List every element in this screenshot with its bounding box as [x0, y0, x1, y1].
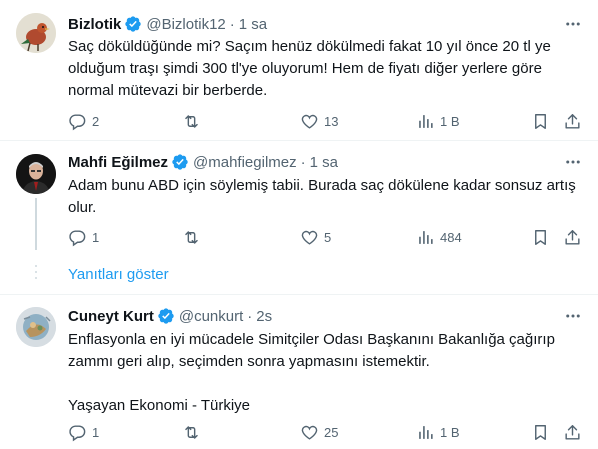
more-icon [566, 22, 580, 26]
avatar[interactable] [16, 307, 56, 347]
tweet-actions: 1 5 484 [68, 227, 590, 247]
like-count: 13 [324, 113, 339, 129]
reply-icon [69, 424, 86, 441]
thread-continuation-dots [33, 265, 39, 283]
verified-badge-icon [172, 154, 188, 170]
avatar-image-icon [16, 13, 56, 53]
reply-button[interactable]: 2 [68, 111, 99, 131]
retweet-button[interactable] [182, 111, 206, 131]
display-name[interactable]: Bizlotik [68, 16, 121, 33]
share-button[interactable] [563, 111, 582, 131]
reply-icon [69, 229, 86, 246]
reply-count: 2 [92, 113, 100, 129]
tweet-cuneyt-kurt[interactable]: Cuneyt Kurt @cunkurt · 2s Enflasyonla en… [0, 295, 598, 449]
like-count: 25 [324, 424, 339, 440]
like-icon [301, 425, 318, 440]
retweet-icon [185, 114, 198, 128]
more-icon [566, 160, 580, 164]
tweet-header: Mahfi Eğilmez @mahfiegilmez · 1 sa [68, 152, 338, 172]
bookmark-icon [535, 229, 546, 245]
tweet-text: Saç döküldüğünde mi? Saçım henüz dökülme… [68, 38, 551, 99]
avatar[interactable] [16, 13, 56, 53]
more-button[interactable] [562, 306, 584, 326]
tweet-header: Cuneyt Kurt @cunkurt · 2s [68, 306, 272, 326]
display-name[interactable]: Cuneyt Kurt [68, 308, 154, 325]
verified-badge-icon [125, 16, 142, 32]
bookmark-button[interactable] [531, 227, 550, 247]
tweet-bizlotik[interactable]: Bizlotik @Bizlotik12 · 1 sa Saç döküldüğ… [0, 0, 598, 140]
separator-dot: · [229, 15, 235, 33]
display-name[interactable]: Mahfi Eğilmez [68, 154, 168, 171]
user-handle[interactable]: @Bizlotik12 [146, 16, 225, 33]
retweet-button[interactable] [182, 422, 206, 442]
bookmark-icon [535, 113, 546, 129]
reply-count: 1 [92, 424, 100, 440]
share-icon [565, 113, 580, 129]
like-count: 5 [324, 229, 332, 245]
timestamp[interactable]: 1 sa [239, 16, 267, 33]
like-icon [301, 230, 318, 245]
tweet-text: Enflasyonla en iyi mücadele Simitçiler O… [68, 331, 555, 414]
retweet-icon [185, 230, 198, 244]
like-icon [301, 114, 318, 129]
reply-button[interactable]: 1 [68, 422, 99, 442]
views-icon [419, 425, 433, 439]
user-handle[interactable]: @mahfiegilmez [193, 154, 297, 171]
avatar-image-icon [16, 307, 56, 347]
like-button[interactable]: 25 [300, 422, 338, 442]
views-button[interactable]: 1 B [416, 111, 460, 131]
reply-button[interactable]: 1 [68, 227, 99, 247]
user-handle[interactable]: @cunkurt [179, 308, 243, 325]
show-replies-link[interactable]: Yanıtları göster [68, 266, 169, 283]
avatar-image-icon [16, 154, 56, 194]
timestamp[interactable]: 2s [256, 308, 272, 325]
more-button[interactable] [562, 14, 584, 34]
timestamp[interactable]: 1 sa [310, 154, 338, 171]
share-icon [565, 424, 580, 440]
reply-count: 1 [92, 229, 100, 245]
avatar[interactable] [16, 154, 56, 194]
views-button[interactable]: 1 B [416, 422, 460, 442]
separator-dot: · [247, 307, 253, 325]
bookmark-button[interactable] [531, 111, 550, 131]
bookmark-button[interactable] [531, 422, 550, 442]
tweet-actions: 2 13 1 B [68, 111, 590, 131]
views-count: 484 [440, 229, 462, 245]
views-button[interactable]: 484 [416, 227, 462, 247]
tweet-actions: 1 25 1 B [68, 422, 590, 442]
views-icon [419, 114, 433, 128]
reply-icon [69, 113, 86, 130]
views-count: 1 B [440, 424, 460, 440]
bookmark-icon [535, 424, 546, 440]
tweet-mahfi-egilmez[interactable]: Mahfi Eğilmez @mahfiegilmez · 1 sa Adam … [0, 141, 598, 258]
retweet-button[interactable] [182, 227, 206, 247]
tweet-header: Bizlotik @Bizlotik12 · 1 sa [68, 14, 267, 34]
share-button[interactable] [563, 422, 582, 442]
verified-badge-icon [158, 308, 174, 324]
separator-dot: · [300, 153, 306, 171]
more-icon [566, 314, 580, 318]
more-button[interactable] [562, 152, 584, 172]
like-button[interactable]: 5 [300, 227, 331, 247]
share-icon [565, 229, 580, 245]
share-button[interactable] [563, 227, 582, 247]
like-button[interactable]: 13 [300, 111, 338, 131]
retweet-icon [185, 425, 198, 439]
tweet-text: Adam bunu ABD için söylemiş tabii. Burad… [68, 177, 576, 216]
views-icon [419, 230, 433, 244]
views-count: 1 B [440, 113, 460, 129]
